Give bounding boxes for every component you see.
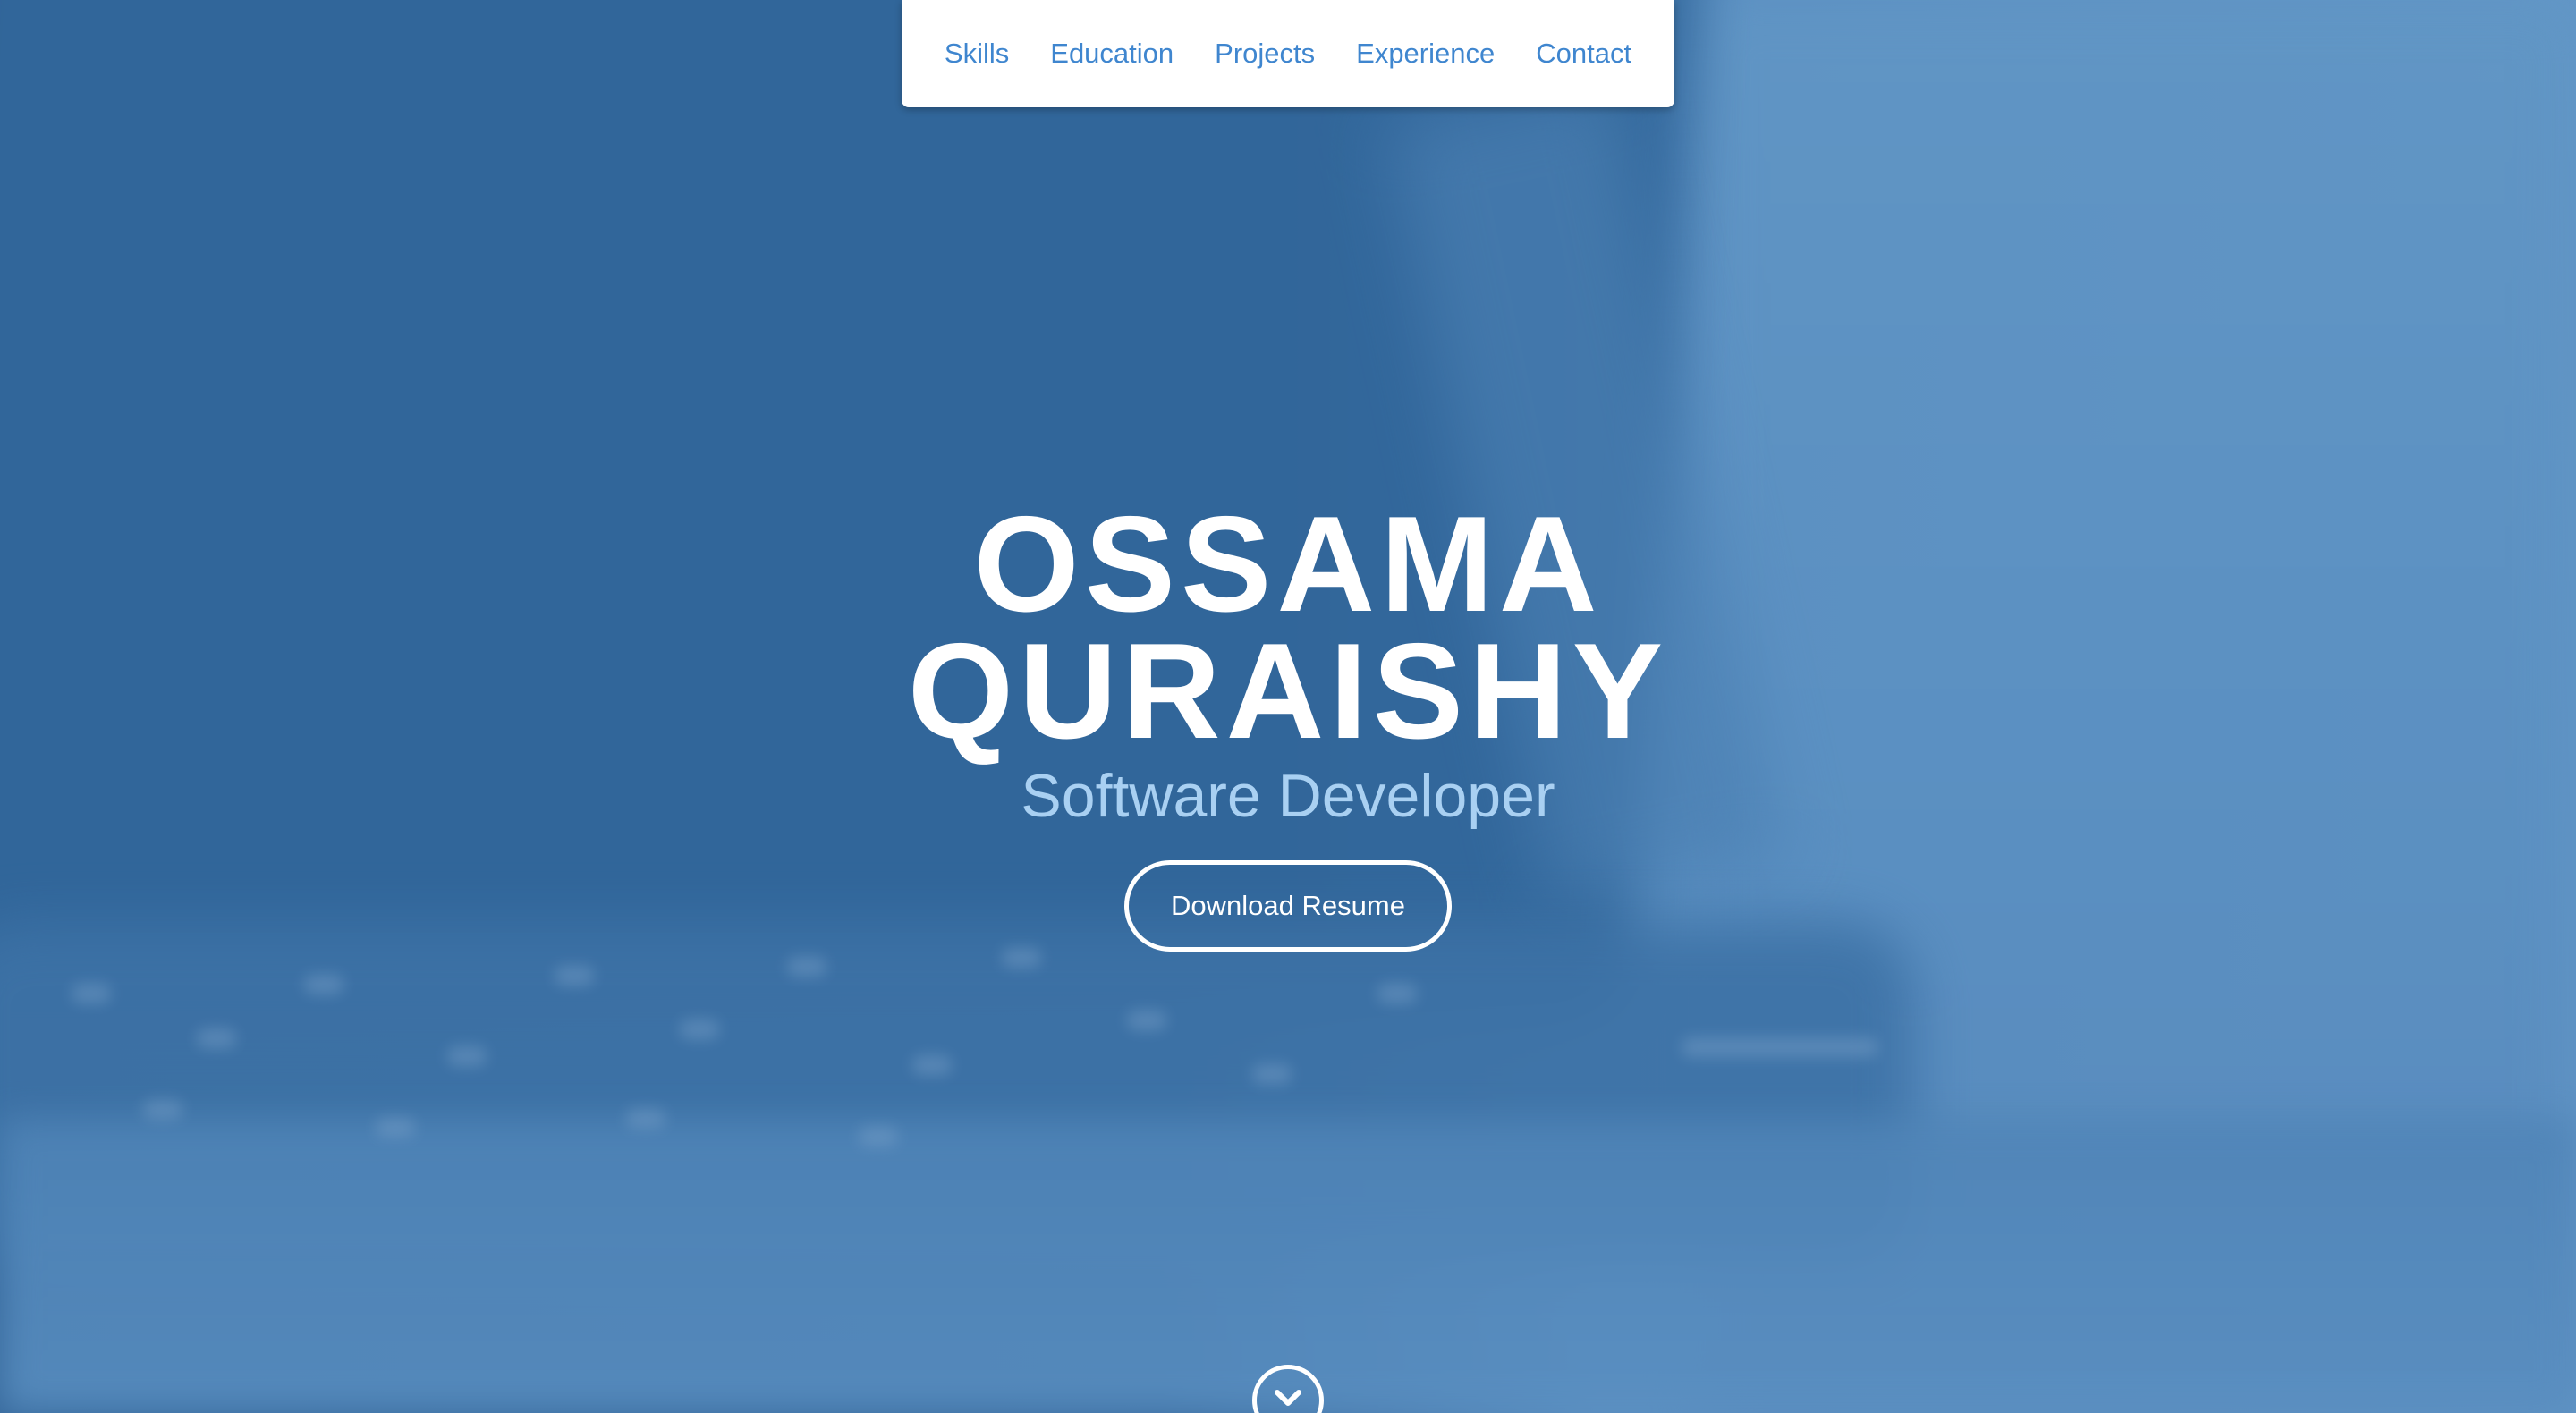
hero-name-last: QURAISHY [907, 615, 1669, 767]
top-nav: Skills Education Projects Experience Con… [902, 0, 1674, 107]
hero-name-first: OSSAMA [973, 488, 1603, 640]
nav-item-projects[interactable]: Projects [1215, 38, 1315, 70]
nav-item-education[interactable]: Education [1050, 38, 1174, 70]
scroll-down-button[interactable] [1252, 1365, 1324, 1413]
download-resume-button[interactable]: Download Resume [1124, 860, 1452, 952]
hero-section: Skills Education Projects Experience Con… [0, 0, 2576, 1413]
nav-item-skills[interactable]: Skills [945, 38, 1009, 70]
background-laptop-keyboard [0, 921, 1914, 1261]
nav-item-experience[interactable]: Experience [1356, 38, 1495, 70]
chevron-down-icon [1275, 1390, 1301, 1406]
hero-subtitle: Software Developer [1021, 762, 1555, 830]
nav-item-contact[interactable]: Contact [1536, 38, 1631, 70]
hero-content: OSSAMA QURAISHY Software Developer Downl… [0, 488, 2576, 952]
